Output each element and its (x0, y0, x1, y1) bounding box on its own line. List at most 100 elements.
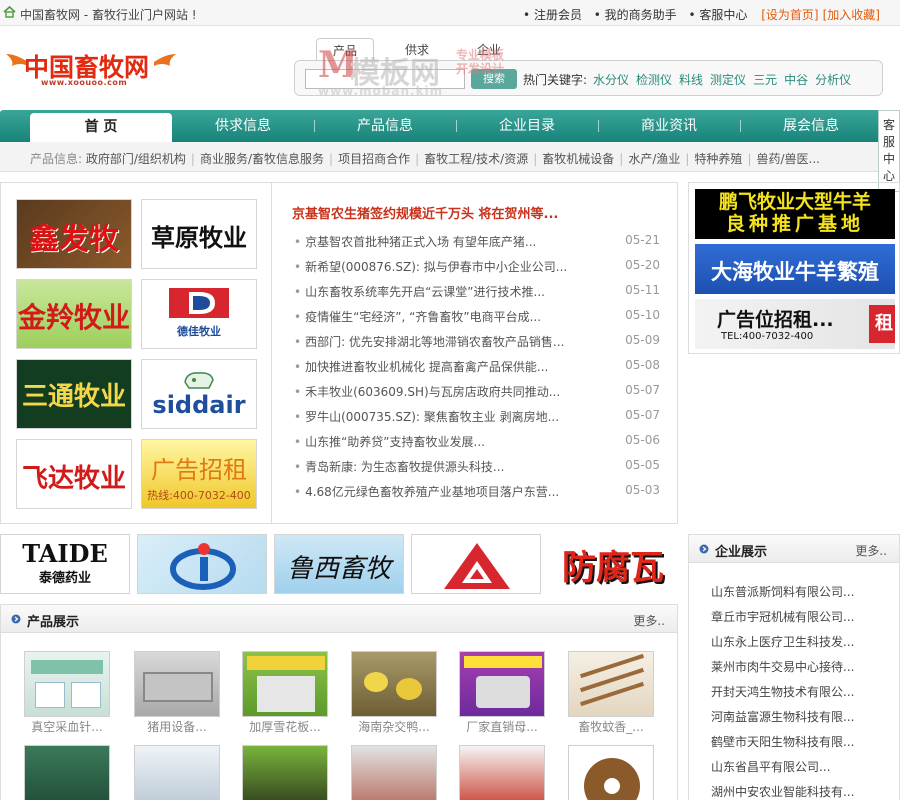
hot-keyword[interactable]: 测定仪 (710, 73, 746, 87)
ad-triangle-logo[interactable] (411, 534, 541, 594)
news-item[interactable]: • 禾丰牧业(603609.SH)与瓦房店政府共同推动... 05-07 (294, 383, 660, 403)
product-thumb[interactable] (459, 745, 545, 800)
register-link[interactable]: • 注册会员 (523, 8, 582, 22)
news-item[interactable]: • 罗牛山(000735.SZ): 聚焦畜牧主业 剥离房地... 05-07 (294, 408, 660, 428)
news-title[interactable]: 青岛新康: 为生态畜牧提供源头科技... (305, 460, 504, 474)
product-thumb[interactable] (134, 651, 220, 717)
company-item[interactable]: 山东省昌平有限公司... (711, 758, 830, 775)
product-thumb[interactable] (351, 745, 437, 800)
hot-keyword[interactable]: 三元 (753, 73, 777, 87)
product-thumb[interactable] (568, 745, 654, 800)
news-item[interactable]: • 青岛新康: 为生态畜牧提供源头科技... 05-05 (294, 458, 660, 478)
news-title[interactable]: 山东畜牧系统率先开启“云课堂”进行技术推... (305, 285, 545, 299)
business-assistant-link[interactable]: • 我的商务助手 (594, 8, 677, 22)
brand-logo-ad-rent[interactable]: 广告招租 热线:400-7032-400 (141, 439, 257, 509)
news-item[interactable]: • 加快推进畜牧业机械化 提高畜禽产品保供能... 05-08 (294, 358, 660, 378)
ad-fangfuwa[interactable]: 防腐瓦 (548, 534, 678, 594)
product-caption[interactable]: 真空采血针... (17, 718, 117, 735)
product-thumb[interactable] (568, 651, 654, 717)
hot-keyword[interactable]: 分析仪 (815, 73, 851, 87)
banner-dahai[interactable]: 大海牧业牛羊繁殖 (695, 244, 895, 294)
search-input[interactable] (305, 69, 465, 89)
sub-nav-item[interactable]: 畜牧工程/技术/资源 (424, 152, 528, 166)
product-more-link[interactable]: 更多.. (633, 612, 665, 629)
sub-nav-item[interactable]: 畜牧机械设备 (542, 152, 614, 166)
sub-nav-item[interactable]: 水产/渔业 (628, 152, 680, 166)
news-item[interactable]: • 京基智农首批种猪正式入场 有望年底产猪... 05-21 (294, 233, 660, 253)
news-title[interactable]: 京基智农首批种猪正式入场 有望年底产猪... (305, 235, 536, 249)
company-item[interactable]: 章丘市宇冠机械有限公司... (711, 608, 854, 625)
hot-keyword[interactable]: 料线 (679, 73, 703, 87)
news-title[interactable]: 4.68亿元绿色畜牧养殖产业基地项目落户东营... (305, 485, 559, 499)
company-item[interactable]: 开封天鸿生物技术有限公... (711, 683, 854, 700)
ad-blue-logo[interactable] (137, 534, 267, 594)
sub-nav-item[interactable]: 兽药/兽医... (756, 152, 820, 166)
search-tab-product[interactable]: 产品 (316, 38, 374, 62)
nav-exhibitions[interactable]: 展会信息 (740, 110, 882, 142)
brand-logo-jinling[interactable]: 金羚牧业 (16, 279, 132, 349)
news-item[interactable]: • 山东畜牧系统率先开启“云课堂”进行技术推... 05-11 (294, 283, 660, 303)
news-title[interactable]: 新希望(000876.SZ): 拟与伊春市中小企业公司... (305, 260, 567, 274)
news-title[interactable]: 疫情催生“宅经济”, “齐鲁畜牧”电商平台成... (305, 310, 541, 324)
search-tab-company[interactable]: 企业 (460, 38, 518, 62)
company-item[interactable]: 山东普派斯饲料有限公司... (711, 583, 854, 600)
product-thumb[interactable] (242, 651, 328, 717)
news-item[interactable]: • 西部门: 优先安排湖北等地滞销农畜牧产品销售... 05-09 (294, 333, 660, 353)
banner-ad-rent[interactable]: 广告位招租... TEL:400-7032-400 租 (695, 299, 895, 349)
news-title[interactable]: 山东推“助养贷”支持畜牧业发展... (305, 435, 485, 449)
news-item[interactable]: • 山东推“助养贷”支持畜牧业发展... 05-06 (294, 433, 660, 453)
news-title[interactable]: 西部门: 优先安排湖北等地滞销农畜牧产品销售... (305, 335, 564, 349)
product-caption[interactable]: 厂家直销母... (452, 718, 552, 735)
company-item[interactable]: 莱州市肉牛交易中心接待... (711, 658, 854, 675)
product-thumb[interactable] (24, 651, 110, 717)
set-home-link[interactable]: [设为首页] (761, 8, 818, 22)
company-item[interactable]: 鹤壁市天阳生物科技有限... (711, 733, 854, 750)
news-item[interactable]: • 4.68亿元绿色畜牧养殖产业基地项目落户东营... 05-03 (294, 483, 660, 503)
product-thumb[interactable] (134, 745, 220, 800)
news-headline[interactable]: 京基智农生猪签约规模近千万头 将在贺州等... (292, 203, 558, 222)
nav-business-news[interactable]: 商业资讯 (598, 110, 740, 142)
product-caption[interactable]: 畜牧蚊香_... (561, 718, 661, 735)
company-item[interactable]: 山东永上医疗卫生科技发... (711, 633, 854, 650)
product-caption[interactable]: 加厚雪花板... (235, 718, 335, 735)
nav-supply[interactable]: 供求信息 (172, 110, 314, 142)
hot-keyword[interactable]: 检测仪 (636, 73, 672, 87)
brand-logo-siddair[interactable]: siddair (141, 359, 257, 429)
product-thumb[interactable] (459, 651, 545, 717)
hot-keyword[interactable]: 水分仪 (593, 73, 629, 87)
banner-pengfei[interactable]: 鹏飞牧业大型牛羊 良种推广基地 (695, 189, 895, 239)
product-caption[interactable]: 猪用设备... (127, 718, 227, 735)
news-title[interactable]: 禾丰牧业(603609.SH)与瓦房店政府共同推动... (305, 385, 560, 399)
brand-logo-feida[interactable]: 飞达牧业 (16, 439, 132, 509)
customer-service-tab[interactable]: 客 服 中 心 (878, 110, 900, 192)
product-thumb[interactable] (24, 745, 110, 800)
news-item[interactable]: • 疫情催生“宅经济”, “齐鲁畜牧”电商平台成... 05-10 (294, 308, 660, 328)
brand-logo-caoyuan[interactable]: 草原牧业 (141, 199, 257, 269)
news-title[interactable]: 罗牛山(000735.SZ): 聚焦畜牧主业 剥离房地... (305, 410, 559, 424)
site-logo[interactable]: 中国畜牧网 www.xoouoo.com (6, 48, 176, 90)
customer-service-link[interactable]: • 客服中心 (689, 8, 748, 22)
brand-logo-santong[interactable]: 三通牧业 (16, 359, 132, 429)
company-item[interactable]: 河南益富源生物科技有限... (711, 708, 854, 725)
product-thumb[interactable] (242, 745, 328, 800)
product-thumb[interactable] (351, 651, 437, 717)
brand-logo-xinfa[interactable]: 鑫发牧业 (16, 199, 132, 269)
home-icon[interactable] (3, 6, 16, 18)
ad-luxi[interactable]: 鲁西畜牧 (274, 534, 404, 594)
company-item[interactable]: 湖州中安农业智能科技有... (711, 783, 854, 800)
search-button[interactable]: 搜索 (471, 69, 517, 89)
product-caption[interactable]: 海南杂交鸭... (344, 718, 444, 735)
nav-products[interactable]: 产品信息 (314, 110, 456, 142)
nav-companies[interactable]: 企业目录 (456, 110, 598, 142)
sub-nav-item[interactable]: 政府部门/组织机构 (86, 152, 186, 166)
search-tab-supply[interactable]: 供求 (388, 38, 446, 62)
ad-taide[interactable]: TAIDE 泰德药业 (0, 534, 130, 594)
news-item[interactable]: • 新希望(000876.SZ): 拟与伊春市中小企业公司... 05-20 (294, 258, 660, 278)
sub-nav-item[interactable]: 特种养殖 (694, 152, 742, 166)
sub-nav-item[interactable]: 商业服务/畜牧信息服务 (200, 152, 324, 166)
brand-logo-dejia[interactable]: 德佳牧业 (141, 279, 257, 349)
add-favorite-link[interactable]: [加入收藏] (823, 8, 880, 22)
nav-home[interactable]: 首 页 (30, 113, 172, 142)
hot-keyword[interactable]: 中谷 (784, 73, 808, 87)
sub-nav-item[interactable]: 项目招商合作 (338, 152, 410, 166)
